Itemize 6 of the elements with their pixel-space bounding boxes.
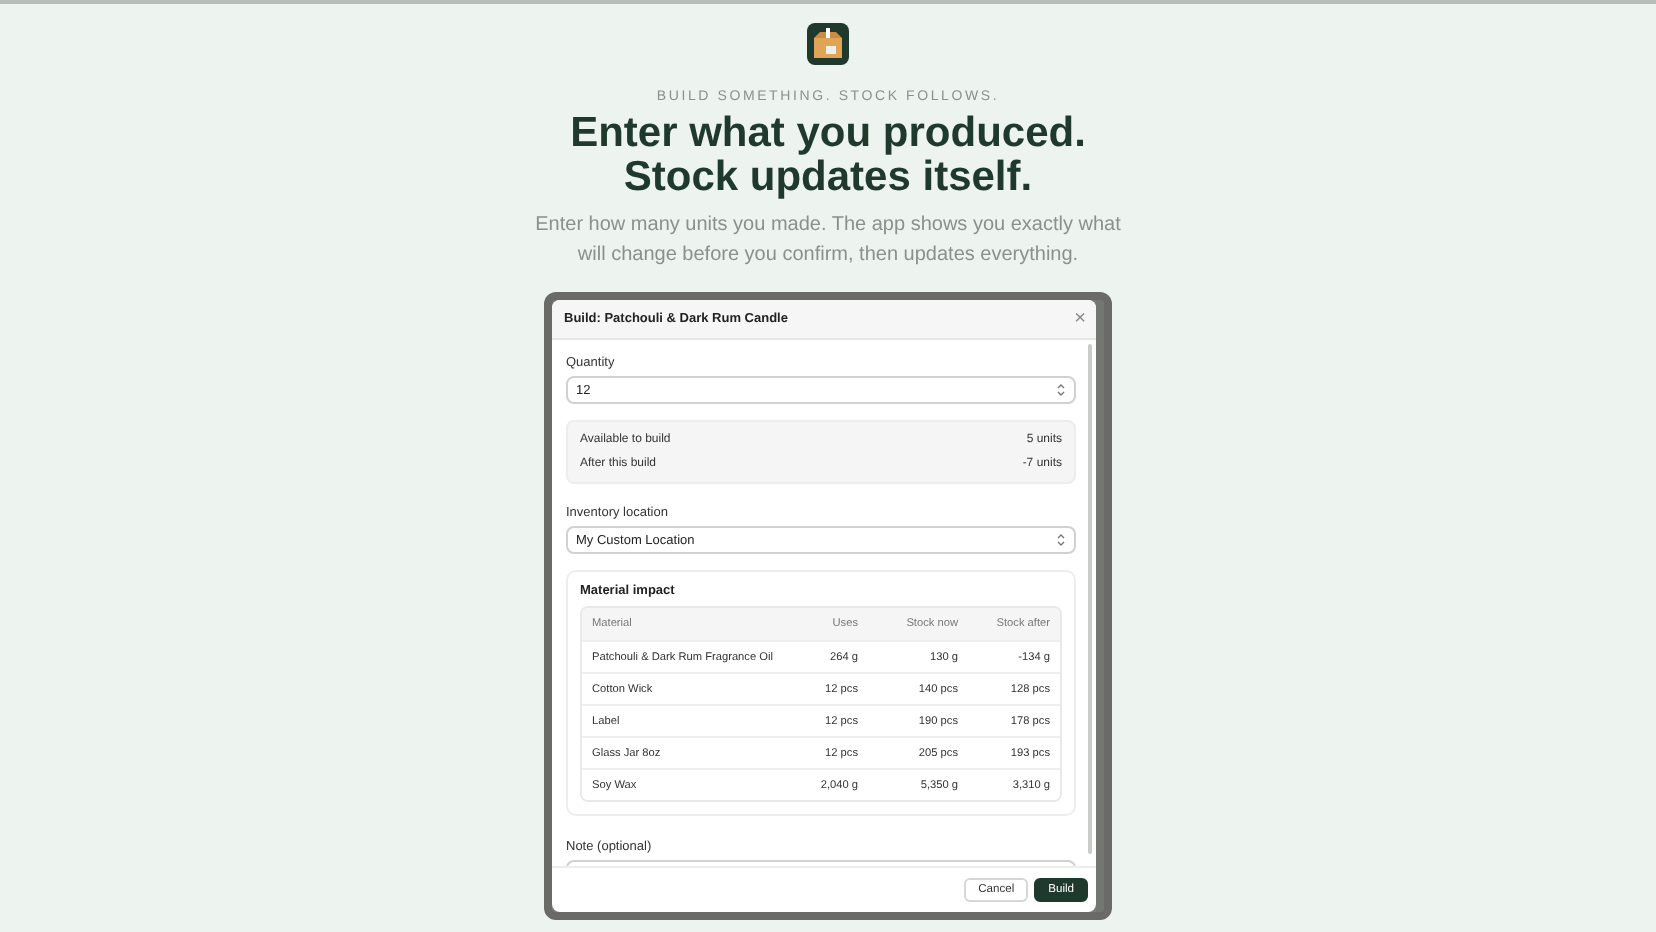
box-logo-icon [806,22,850,66]
subtitle: Enter how many units you made. The app shows you exactly what will change before you confirm, then updates everything. [533,212,1123,270]
scrollbar[interactable] [1088,344,1092,854]
stepper-icon[interactable] [1056,382,1066,398]
headline: Enter what you produced. Stock updates itself. [570,112,1086,200]
chevron-icon [1056,532,1066,548]
